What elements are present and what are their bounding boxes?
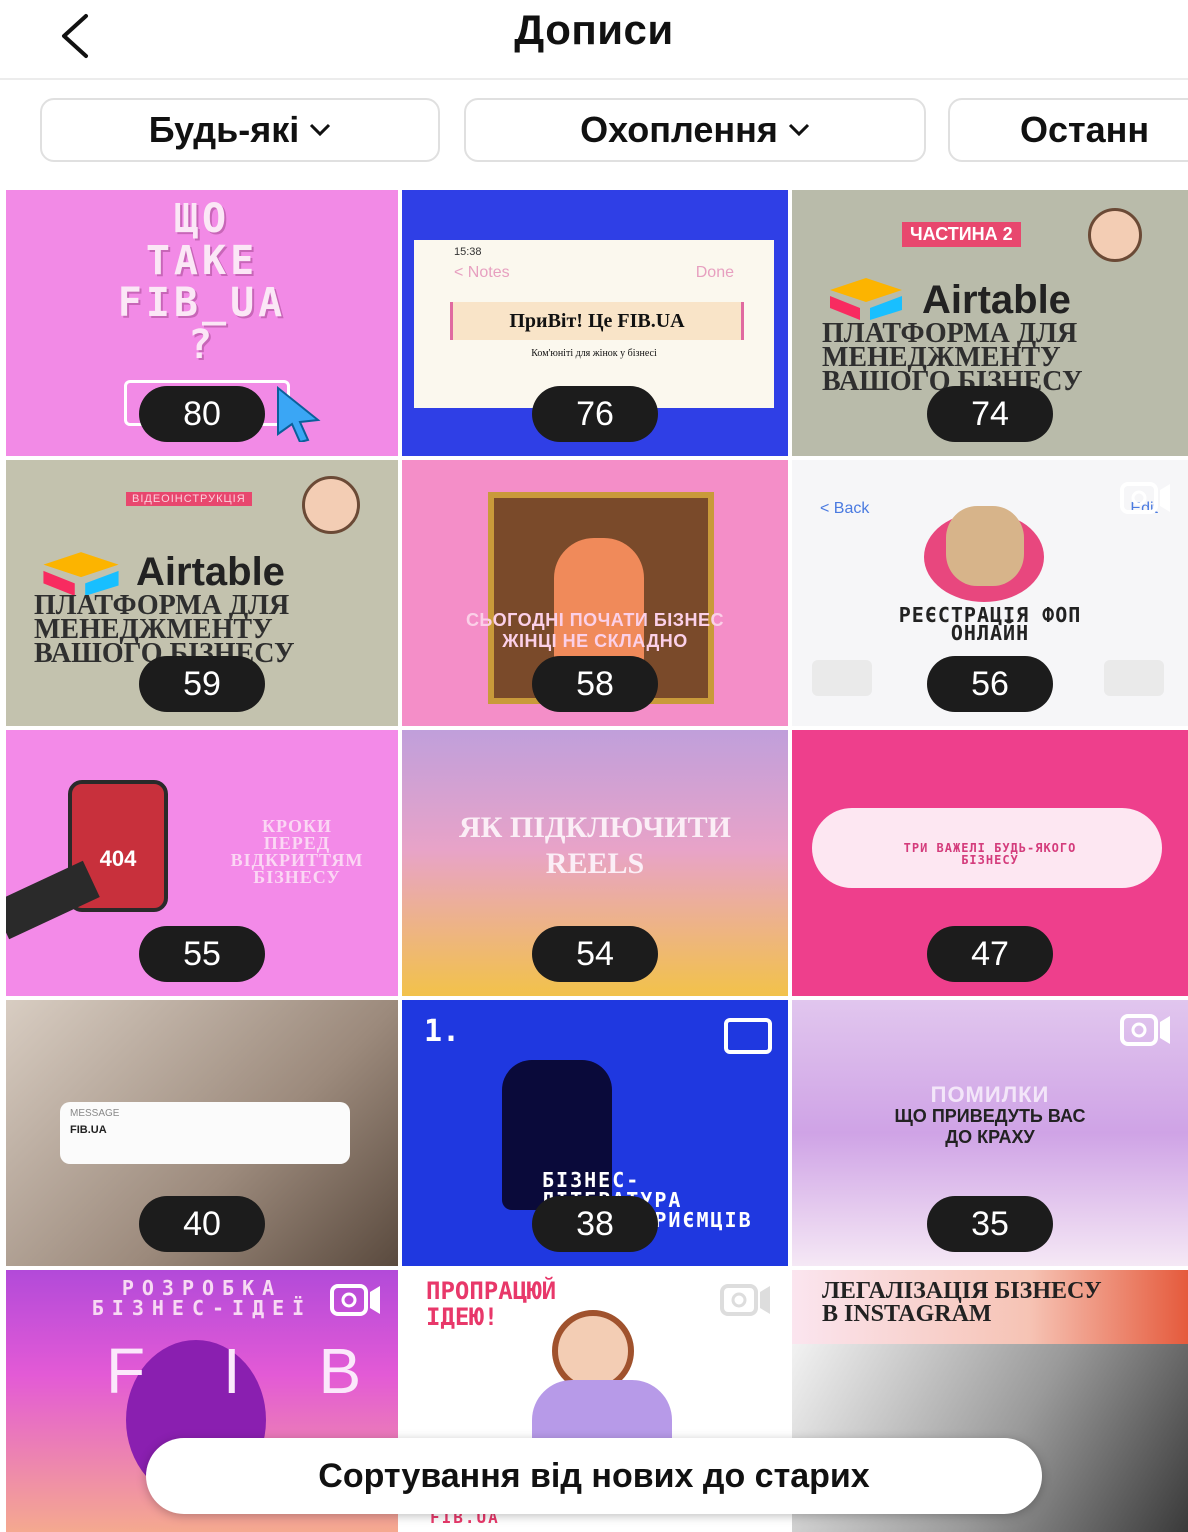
note-subtitle: Ком'юніті для жінок у бізнесі (531, 348, 657, 359)
avatar (1088, 208, 1142, 262)
cat-circle (924, 506, 1044, 602)
reach-count: 47 (927, 926, 1053, 982)
reach-count: 40 (139, 1196, 265, 1252)
notes-card: 15:38 < Notes Done ПриВіт! Це FIB.UA Ком… (414, 240, 774, 408)
post-caption: ЯК ПІДКЛЮЧИТИ REELS (458, 811, 731, 880)
reel-icon (720, 1284, 770, 1316)
post-caption: РЕЄСТРАЦІЯ ФОП ОНЛАЙН (898, 603, 1082, 645)
post-tile[interactable]: СЬОГОДНІ ПОЧАТИ БІЗНЕС ЖІНЦІ НЕ СКЛАДНО … (402, 460, 788, 726)
post-caption: ТРИ ВАЖЕЛІ БУДЬ-ЯКОГО БІЗНЕСУ (903, 841, 1077, 867)
reach-count: 56 (927, 656, 1053, 712)
post-tile[interactable]: ЯК ПІДКЛЮЧИТИ REELS 54 (402, 730, 788, 996)
post-tile[interactable]: ВІДЕОІНСТРУКЦІЯ Airtable ПЛАТФОРМА ДЛЯ М… (6, 460, 398, 726)
posts-grid: ЩО ТАКЕ FIB_UA ? 80 15:38 < Notes Done П… (6, 190, 1188, 1532)
notification-title: FIB.UA (70, 1124, 107, 1136)
post-tile[interactable]: ЧАСТИНА 2 Airtable ПЛАТФОРМА ДЛЯ МЕНЕДЖМ… (792, 190, 1188, 456)
reel-icon (724, 1018, 772, 1054)
back-link: < Back (820, 500, 870, 517)
post-caption: ЩО ТАКЕ FIB_UA ? (117, 196, 287, 368)
brand-name: Airtable (922, 278, 1071, 322)
arm-shape (6, 860, 100, 940)
app-icon-tile (1104, 660, 1164, 696)
post-caption: ПРОПРАЦЮЙ ІДЕЮ! (426, 1277, 557, 1332)
airtable-logo-icon (830, 278, 902, 320)
post-tile[interactable]: < Back Edit РЕЄСТРАЦІЯ ФОП ОНЛАЙН 56 (792, 460, 1188, 726)
post-tile[interactable]: 1. БІЗНЕС- ЛІТЕРАТУРА ДЛЯ ПІДПРИЄМЦІВ 38 (402, 1000, 788, 1266)
filter-bar: Будь-які Охоплення Останн (0, 98, 1188, 166)
avatar (302, 476, 360, 534)
post-number: 1. (424, 1014, 461, 1049)
reel-icon (1120, 482, 1170, 514)
post-tag: ВІДЕОІНСТРУКЦІЯ (126, 492, 252, 506)
filter-any-label: Будь-які (148, 109, 300, 150)
post-caption-accent: ПОМИЛКИ (930, 1082, 1050, 1107)
reach-count: 35 (927, 1196, 1053, 1252)
post-caption: ЩО ПРИВЕДУТЬ ВАС ДО КРАХУ (894, 1106, 1086, 1147)
reach-count: 59 (139, 656, 265, 712)
post-tile[interactable]: 15:38 < Notes Done ПриВіт! Це FIB.UA Ком… (402, 190, 788, 456)
post-caption: ПЛАТФОРМА ДЛЯ МЕНЕДЖМЕНТУ ВАШОГО БІЗНЕСУ (822, 318, 1083, 397)
note-done: Done (695, 264, 734, 281)
cursor-icon (277, 386, 321, 442)
chevron-down-icon (788, 123, 809, 137)
post-caption: СЬОГОДНІ ПОЧАТИ БІЗНЕС ЖІНЦІ НЕ СКЛАДНО (465, 610, 725, 651)
header: Дописи (0, 0, 1188, 80)
cat-shape (946, 506, 1024, 586)
note-back: < Notes (454, 264, 510, 281)
post-caption: ПриВіт! Це FIB.UA (450, 302, 744, 340)
post-tile[interactable]: ТРИ ВАЖЕЛІ БУДЬ-ЯКОГО БІЗНЕСУ 47 (792, 730, 1188, 996)
brand-name: Airtable (136, 550, 285, 594)
post-tile[interactable]: ЩО ТАКЕ FIB_UA ? 80 (6, 190, 398, 456)
post-tile[interactable]: MESSAGE FIB.UA 40 (6, 1000, 398, 1266)
chevron-down-icon (310, 123, 331, 137)
reel-icon (330, 1284, 380, 1316)
notification-app: MESSAGE (70, 1108, 120, 1119)
reach-count: 80 (139, 386, 265, 442)
notification-card: MESSAGE FIB.UA (60, 1102, 350, 1164)
post-tile[interactable]: 404 КРОКИ ПЕРЕД ВІДКРИТТЯМ БІЗНЕСУ 55 (6, 730, 398, 996)
filter-any[interactable]: Будь-які (40, 98, 440, 162)
filter-reach-label: Охоплення (580, 109, 778, 150)
brand-letters: F I B (106, 1335, 392, 1407)
note-time: 15:38 (454, 246, 482, 258)
post-caption: ПЛАТФОРМА ДЛЯ МЕНЕДЖМЕНТУ ВАШОГО БІЗНЕСУ (34, 590, 295, 669)
filter-period-label: Останн (1020, 109, 1150, 150)
sort-toast[interactable]: Сортування від нових до старих (146, 1438, 1042, 1514)
reach-count: 38 (532, 1196, 658, 1252)
reel-icon (1120, 1014, 1170, 1046)
post-caption: ЛЕГАЛІЗАЦІЯ БІЗНЕСУ В INSTAGRAM (822, 1278, 1102, 1327)
reach-count: 74 (927, 386, 1053, 442)
reach-count: 55 (139, 926, 265, 982)
post-caption: КРОКИ ПЕРЕД ВІДКРИТТЯМ БІЗНЕСУ (230, 816, 364, 888)
page-title: Дописи (514, 6, 674, 53)
reach-count: 54 (532, 926, 658, 982)
filter-reach[interactable]: Охоплення (464, 98, 926, 162)
reach-count: 58 (532, 656, 658, 712)
post-tile[interactable]: ПОМИЛКИ ЩО ПРИВЕДУТЬ ВАС ДО КРАХУ 35 (792, 1000, 1188, 1266)
reach-count: 76 (532, 386, 658, 442)
app-icon-tile (812, 660, 872, 696)
post-tag: ЧАСТИНА 2 (902, 222, 1021, 247)
filter-period[interactable]: Останн (948, 98, 1188, 162)
